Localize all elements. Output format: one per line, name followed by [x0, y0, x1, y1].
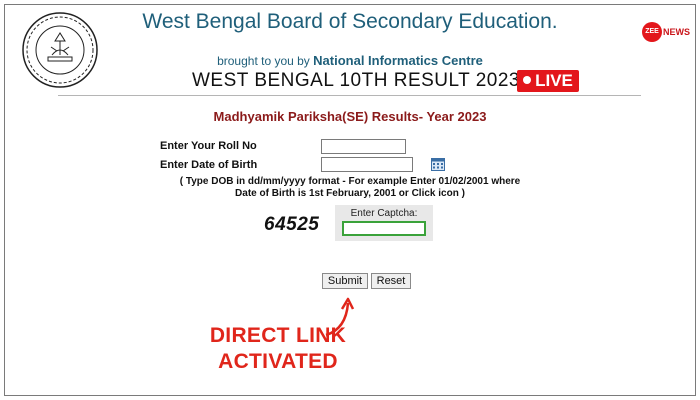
captcha-input[interactable] — [342, 221, 426, 236]
roll-no-label: Enter Your Roll No — [160, 140, 257, 152]
board-title: West Bengal Board of Secondary Education… — [142, 10, 558, 33]
results-subtitle: Madhyamik Pariksha(SE) Results- Year 202… — [213, 109, 487, 124]
dob-hint-line2: Date of Birth is 1st February, 2001 or C… — [235, 188, 465, 199]
annotation-line1: DIRECT LINK — [209, 324, 347, 347]
nic-name: National Informatics Centre — [313, 53, 483, 68]
zee-news-text: NEWS — [663, 27, 690, 37]
dob-hint: ( Type DOB in dd/mm/yyyy format - For ex… — [150, 176, 550, 200]
zee-logo-icon: ZEE — [642, 22, 662, 42]
submit-button[interactable]: Submit — [322, 273, 368, 289]
dob-input[interactable] — [321, 157, 413, 172]
captcha-code: 64525 — [264, 214, 320, 235]
zee-news-watermark: ZEE NEWS — [642, 22, 690, 42]
brought-by-line: brought to you by National Informatics C… — [100, 53, 600, 68]
annotation-line2: ACTIVATED — [218, 350, 338, 373]
captcha-panel: Enter Captcha: — [335, 205, 433, 241]
board-seal-icon — [22, 12, 98, 88]
result-title: WEST BENGAL 10TH RESULT 2023 — [192, 70, 520, 91]
direct-link-annotation: DIRECT LINK ACTIVATED — [208, 323, 348, 375]
dob-label: Enter Date of Birth — [160, 159, 258, 171]
live-label: LIVE — [535, 71, 573, 90]
live-badge: LIVE — [517, 70, 579, 92]
brought-by-prefix: brought to you by — [217, 54, 310, 68]
roll-no-input[interactable] — [321, 139, 406, 154]
live-dot-icon — [523, 76, 532, 84]
calendar-icon[interactable] — [431, 157, 445, 171]
header-divider — [58, 95, 641, 96]
captcha-label: Enter Captcha: — [350, 208, 418, 219]
dob-hint-line1: ( Type DOB in dd/mm/yyyy format - For ex… — [179, 176, 521, 187]
reset-button[interactable]: Reset — [371, 273, 411, 289]
